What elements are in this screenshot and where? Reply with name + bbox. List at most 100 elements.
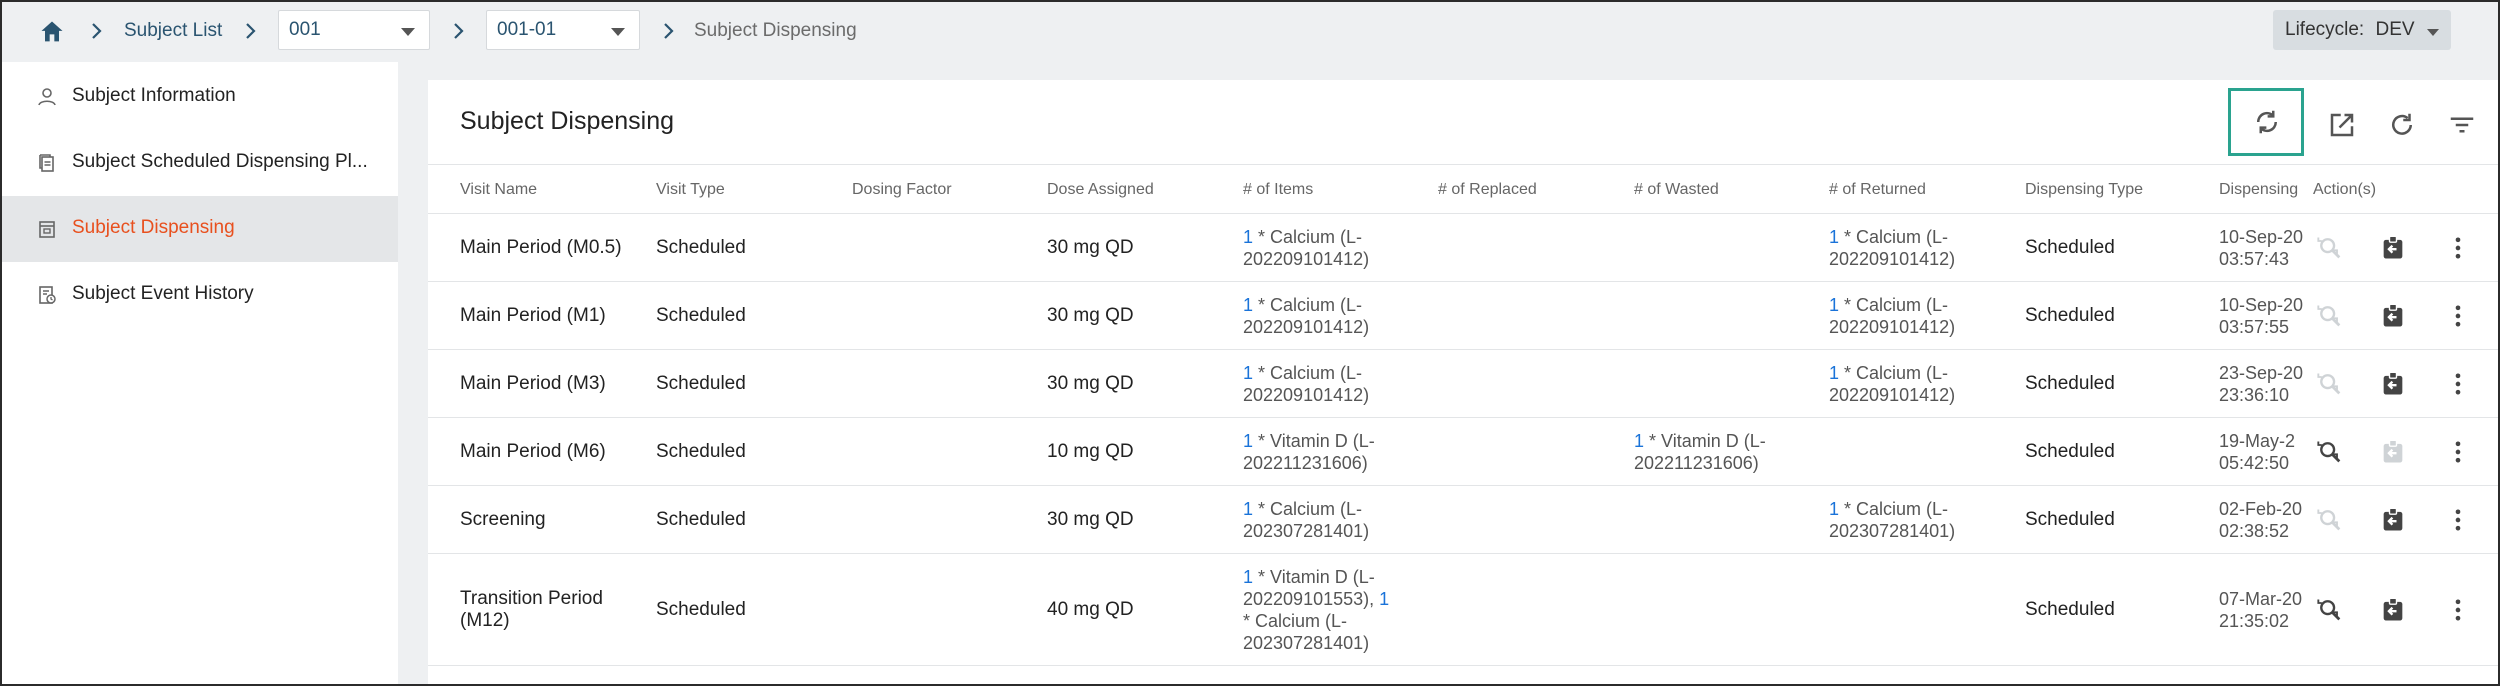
cell-line: 202307281401) bbox=[1243, 520, 1433, 542]
person-icon bbox=[38, 88, 56, 106]
lifecycle-value: DEV bbox=[2375, 19, 2415, 40]
dispensing-date-cell: 10-Sep-20 03:57:55 bbox=[2219, 294, 2305, 338]
reopen-search-icon bbox=[2317, 237, 2341, 259]
page-title: Subject Dispensing bbox=[460, 107, 675, 135]
cell-text: 202209101412) bbox=[1829, 317, 1956, 337]
quantity-link[interactable]: 1 bbox=[1829, 227, 1839, 247]
sidebar-item-label: Subject Scheduled Dispensing Pl... bbox=[72, 151, 368, 172]
sidebar-item-scheduled-dispensing-plan[interactable]: Subject Scheduled Dispensing Pl... bbox=[2, 130, 398, 196]
reopen-search-icon[interactable] bbox=[2316, 596, 2344, 624]
dispensing-date-cell: 10-Sep-20 03:57:43 bbox=[2219, 226, 2305, 270]
quantity-link[interactable]: 1 bbox=[1829, 499, 1839, 519]
table-row[interactable]: Transition Period (M12) Scheduled 40 mg QD 1… bbox=[428, 554, 2498, 666]
cell-line: 202307281401) bbox=[1243, 632, 1433, 654]
sidebar-item-label: Subject Event History bbox=[72, 283, 254, 304]
refresh-button[interactable] bbox=[2378, 102, 2426, 150]
filter-button[interactable] bbox=[2438, 102, 2486, 150]
quantity-link[interactable]: 1 bbox=[1379, 589, 1389, 609]
dispensing-date-cell: 07-Mar-20 21:35:02 bbox=[2219, 588, 2305, 632]
sidebar-item-subject-dispensing[interactable]: Subject Dispensing bbox=[2, 196, 398, 262]
dose-assigned-cell: 30 mg QD bbox=[1047, 509, 1134, 530]
cell-line: 202209101412) bbox=[1243, 248, 1433, 270]
more-vertical-icon[interactable] bbox=[2444, 596, 2472, 624]
subject-select[interactable]: 001-01 bbox=[486, 10, 640, 50]
cell-line: 02-Feb-20 bbox=[2219, 499, 2303, 519]
quantity-link[interactable]: 1 bbox=[1243, 567, 1253, 587]
site-select-value: 001 bbox=[289, 19, 321, 40]
visit-type-cell: Scheduled bbox=[656, 441, 746, 462]
table-row[interactable]: Main Period (M0.5) Scheduled 30 mg QD 1 * C… bbox=[428, 214, 2498, 282]
sidebar-item-subject-information[interactable]: Subject Information bbox=[2, 64, 398, 130]
chevron-down-icon bbox=[401, 28, 415, 36]
lifecycle-dropdown[interactable]: Lifecycle: DEV bbox=[2273, 10, 2451, 50]
dispensing-date-cell: 02-Feb-20 02:38:52 bbox=[2219, 498, 2305, 542]
open-external-button[interactable] bbox=[2318, 102, 2366, 150]
col-wasted[interactable]: # of Wasted bbox=[1634, 165, 1814, 215]
quantity-link[interactable]: 1 bbox=[1829, 295, 1839, 315]
cell-text: * Calcium (L- bbox=[1839, 295, 1949, 315]
col-visit-type[interactable]: Visit Type bbox=[656, 165, 836, 215]
sidebar-item-subject-event-history[interactable]: Subject Event History bbox=[2, 262, 398, 328]
cell-line: 1 * Calcium (L- bbox=[1829, 294, 2019, 316]
site-select[interactable]: 001 bbox=[278, 10, 430, 50]
more-vertical-icon[interactable] bbox=[2444, 234, 2472, 262]
table-row[interactable]: Main Period (M6) Scheduled 10 mg QD 1 * Vit… bbox=[428, 418, 2498, 486]
quantity-link[interactable]: 1 bbox=[1243, 227, 1253, 247]
visit-name-cell: Transition Period (M12) bbox=[460, 588, 646, 632]
cell-line: 02:38:52 bbox=[2219, 521, 2290, 541]
dispensing-type-cell: Scheduled bbox=[2025, 373, 2115, 394]
quantity-link[interactable]: 1 bbox=[1243, 363, 1253, 383]
return-clipboard-icon[interactable] bbox=[2379, 596, 2407, 624]
quantity-link[interactable]: 1 bbox=[1243, 295, 1253, 315]
sync-button[interactable] bbox=[2228, 88, 2304, 156]
breadcrumb-subject-list[interactable]: Subject List bbox=[124, 18, 222, 44]
table-row[interactable]: Main Period (M3) Scheduled 30 mg QD 1 * Cal… bbox=[428, 350, 2498, 418]
refresh-icon bbox=[2392, 113, 2412, 135]
visit-name-cell: Main Period (M0.5) bbox=[460, 237, 622, 258]
cell-line: 202209101412) bbox=[1829, 384, 2019, 406]
return-clipboard-icon[interactable] bbox=[2379, 506, 2407, 534]
sidebar-item-label: Subject Information bbox=[72, 85, 236, 106]
sync-icon bbox=[2256, 110, 2278, 134]
visit-type-cell: Scheduled bbox=[656, 599, 746, 620]
quantity-link[interactable]: 1 bbox=[1829, 363, 1839, 383]
table-header: Visit Name Visit Type Dosing Factor Dose… bbox=[428, 164, 2498, 214]
cell-text: * Vitamin D (L- bbox=[1253, 431, 1375, 451]
cell-line: 202209101412) bbox=[1829, 316, 2019, 338]
cell-line: 1 * Vitamin D (L- bbox=[1243, 430, 1433, 452]
col-returned[interactable]: # of Returned bbox=[1829, 165, 2009, 215]
col-replaced[interactable]: # of Replaced bbox=[1438, 165, 1618, 215]
table-row[interactable]: Main Period (M1) Scheduled 30 mg QD 1 * Cal… bbox=[428, 282, 2498, 350]
chevron-right-icon bbox=[92, 23, 102, 39]
open-external-icon bbox=[2330, 113, 2354, 137]
more-vertical-icon[interactable] bbox=[2444, 506, 2472, 534]
table-row[interactable]: Screening Scheduled 30 mg QD 1 * Calcium (L… bbox=[428, 486, 2498, 554]
reopen-search-icon bbox=[2317, 509, 2341, 531]
cell-line: 1 * Vitamin D (L- bbox=[1634, 430, 1824, 452]
col-dosing-factor[interactable]: Dosing Factor bbox=[852, 165, 1032, 215]
visit-name-cell: Main Period (M3) bbox=[460, 373, 606, 394]
col-visit-name[interactable]: Visit Name bbox=[460, 165, 640, 215]
return-clipboard-icon[interactable] bbox=[2379, 302, 2407, 330]
reopen-search-icon[interactable] bbox=[2316, 438, 2344, 466]
quantity-link[interactable]: 1 bbox=[1634, 431, 1644, 451]
more-vertical-icon[interactable] bbox=[2444, 370, 2472, 398]
dose-assigned-cell: 30 mg QD bbox=[1047, 373, 1134, 394]
col-items[interactable]: # of Items bbox=[1243, 165, 1423, 215]
more-vertical-icon[interactable] bbox=[2444, 302, 2472, 330]
col-dispensing-type[interactable]: Dispensing Type bbox=[2025, 165, 2205, 215]
cell-text: 202307281401) bbox=[1829, 521, 1956, 541]
cell-line: 19-May-2 bbox=[2219, 431, 2296, 451]
quantity-link[interactable]: 1 bbox=[1243, 431, 1253, 451]
return-clipboard-icon[interactable] bbox=[2379, 234, 2407, 262]
quantity-link[interactable]: 1 bbox=[1243, 499, 1253, 519]
cell-text: * Vitamin D (L- bbox=[1644, 431, 1766, 451]
dose-assigned-cell: 40 mg QD bbox=[1047, 599, 1134, 620]
returned-cell: 1 * Calcium (L- 202209101412) bbox=[1829, 226, 2019, 270]
col-dose-assigned[interactable]: Dose Assigned bbox=[1047, 165, 1227, 215]
col-dispensing-date[interactable]: Dispensing bbox=[2219, 165, 2305, 215]
items-cell: 1 * Vitamin D (L- 202211231606) bbox=[1243, 430, 1433, 474]
more-vertical-icon[interactable] bbox=[2444, 438, 2472, 466]
home-icon[interactable] bbox=[38, 18, 66, 46]
return-clipboard-icon[interactable] bbox=[2379, 370, 2407, 398]
